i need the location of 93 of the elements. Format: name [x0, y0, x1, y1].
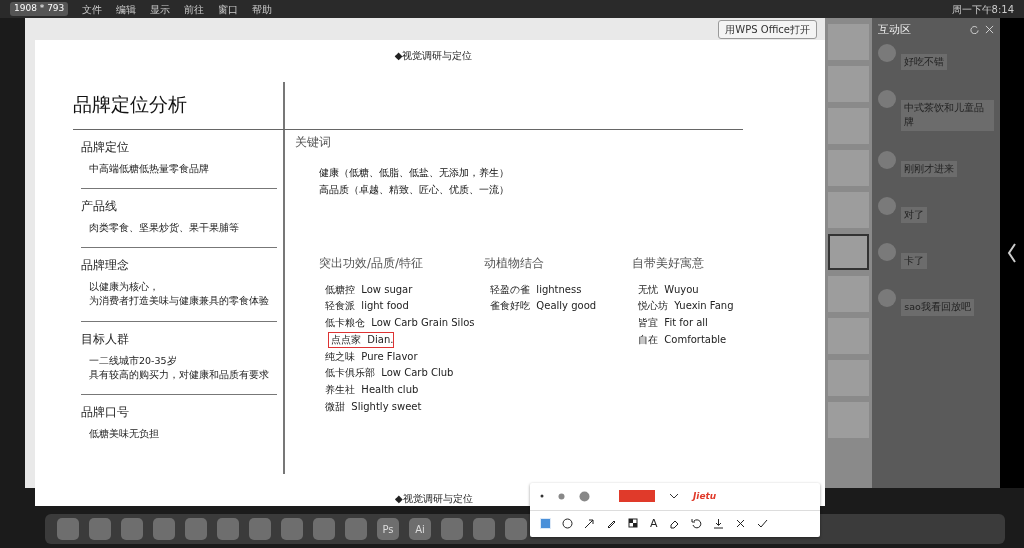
- eraser-tool-button[interactable]: [668, 518, 680, 530]
- name-item: 皆宜 Fit for all: [638, 317, 708, 329]
- column-heading: 动植物结合: [484, 254, 545, 272]
- chat-message: 对了: [901, 206, 928, 223]
- menu-item[interactable]: 前往: [184, 1, 205, 17]
- app-icon[interactable]: [281, 518, 303, 540]
- menu-item[interactable]: 文件: [82, 1, 103, 17]
- app-icon[interactable]: [249, 518, 271, 540]
- app-icon[interactable]: [473, 518, 495, 540]
- chat-message: 好吃不错: [901, 53, 948, 70]
- menu-item[interactable]: 窗口: [218, 1, 239, 17]
- name-item: 自在 Comfortable: [638, 333, 727, 345]
- open-with-button[interactable]: 用WPS Office打开: [718, 19, 817, 39]
- keywords-heading: 关键词: [295, 134, 332, 151]
- section-heading: 目标人群: [81, 330, 130, 348]
- mosaic-tool-button[interactable]: [628, 518, 639, 530]
- section-heading: 产品线: [81, 197, 118, 215]
- name-item: 低卡粮仓 Low Carb Grain Silos: [325, 317, 475, 329]
- app-icon[interactable]: [185, 518, 207, 540]
- app-icon[interactable]: [121, 518, 143, 540]
- app-icon[interactable]: [217, 518, 239, 540]
- name-item: 微甜 Slightly sweet: [325, 401, 422, 413]
- avatar: [878, 289, 897, 308]
- section-heading: 品牌定位: [81, 138, 130, 156]
- keyword-line: 高品质（卓越、精致、匠心、优质、一流）: [318, 182, 510, 197]
- refresh-icon[interactable]: [970, 25, 980, 35]
- column-heading: 自带美好寓意: [632, 254, 705, 272]
- name-item: 轻盈の雀 lightness: [490, 283, 582, 295]
- section-text: 具有较高的购买力，对健康和品质有要求: [88, 367, 270, 382]
- avatar: [878, 196, 897, 215]
- section-text: 肉类零食、坚果炒货、果干果脯等: [88, 220, 240, 235]
- name-item: 悦心坊 Yuexin Fang: [638, 300, 734, 312]
- app-icon[interactable]: [57, 518, 79, 540]
- name-item: 低卡俱乐部 Low Carb Club: [325, 367, 454, 379]
- clock: 周一下午8:14: [951, 2, 1014, 17]
- name-item: 点点家 Dian.: [329, 332, 394, 347]
- name-item: 轻食派 light food: [325, 300, 409, 312]
- dock-app[interactable]: Ps: [377, 518, 399, 540]
- name-item: 雀食好吃 Qeally good: [490, 300, 597, 312]
- pen-tool-button[interactable]: [606, 518, 617, 530]
- resolution-badge: 1908 * 793: [10, 2, 69, 16]
- download-tool-button[interactable]: [712, 518, 724, 530]
- menu-item[interactable]: 帮助: [252, 1, 273, 17]
- app-icon[interactable]: [89, 518, 111, 540]
- name-item: 养生社 Health club: [325, 384, 419, 396]
- section-text: 低糖美味无负担: [88, 427, 160, 441]
- close-icon[interactable]: [985, 25, 995, 35]
- keyword-line: 健康（低糖、低脂、低盐、无添加，养生）: [318, 166, 510, 181]
- app-icon[interactable]: [313, 518, 335, 540]
- chat-message: 卡了: [901, 253, 928, 270]
- app-icon[interactable]: [441, 518, 463, 540]
- avatar: [878, 150, 897, 169]
- menu-item[interactable]: 显示: [150, 1, 171, 17]
- name-item: 低糖控 Low sugar: [325, 283, 413, 295]
- app-logo-text: Jietu: [693, 489, 717, 503]
- undo-tool-button[interactable]: [690, 518, 702, 530]
- avatar: [878, 43, 897, 62]
- arrow-tool-button[interactable]: [584, 518, 595, 530]
- column-heading: 突出功效/品质/特征: [319, 254, 425, 272]
- name-item: 纯之味 Pure Flavor: [325, 350, 418, 362]
- slide-thumbnail[interactable]: [828, 234, 870, 270]
- page-title: 品牌定位分析: [73, 82, 743, 130]
- chat-message: 刚刚才进来: [901, 160, 958, 177]
- section-heading: 品牌理念: [81, 257, 130, 274]
- section-text: 以健康为核心，: [88, 280, 160, 294]
- section-text: 一二线城市20-35岁: [88, 353, 178, 368]
- avatar: [878, 90, 897, 108]
- page-footer: ◆视觉调研与定位: [395, 488, 473, 502]
- brush-large-icon[interactable]: [579, 490, 590, 502]
- section-heading: 品牌口号: [81, 404, 130, 421]
- chevron-down-icon[interactable]: [669, 493, 679, 500]
- chevron-left-icon[interactable]: [1007, 242, 1018, 264]
- menu-item[interactable]: 编辑: [116, 1, 137, 17]
- close-tool-button[interactable]: [734, 518, 746, 530]
- chat-message: 中式茶饮和儿童品牌: [901, 100, 995, 131]
- page-header: ◆视觉调研与定位: [394, 49, 473, 62]
- name-item: 无忧 Wuyou: [638, 283, 699, 295]
- app-icon[interactable]: [345, 518, 367, 540]
- brush-small-icon[interactable]: [540, 494, 544, 499]
- check-tool-button[interactable]: [756, 518, 768, 530]
- rectangle-tool-button[interactable]: [540, 518, 551, 530]
- color-swatch[interactable]: [619, 490, 655, 503]
- circle-tool-button[interactable]: [562, 518, 573, 530]
- section-text: 中高端低糖低热量零食品牌: [88, 161, 210, 176]
- text-tool-button[interactable]: A: [650, 518, 658, 530]
- brush-medium-icon[interactable]: [558, 492, 565, 500]
- dock-app[interactable]: Ai: [409, 518, 431, 540]
- panel-title: 互动区: [878, 22, 913, 37]
- app-icon[interactable]: [153, 518, 175, 540]
- avatar: [878, 243, 897, 261]
- chat-message: sao我看回放吧: [901, 299, 974, 316]
- app-icon[interactable]: [505, 518, 527, 540]
- section-text: 为消费者打造美味与健康兼具的零食体验: [88, 294, 270, 309]
